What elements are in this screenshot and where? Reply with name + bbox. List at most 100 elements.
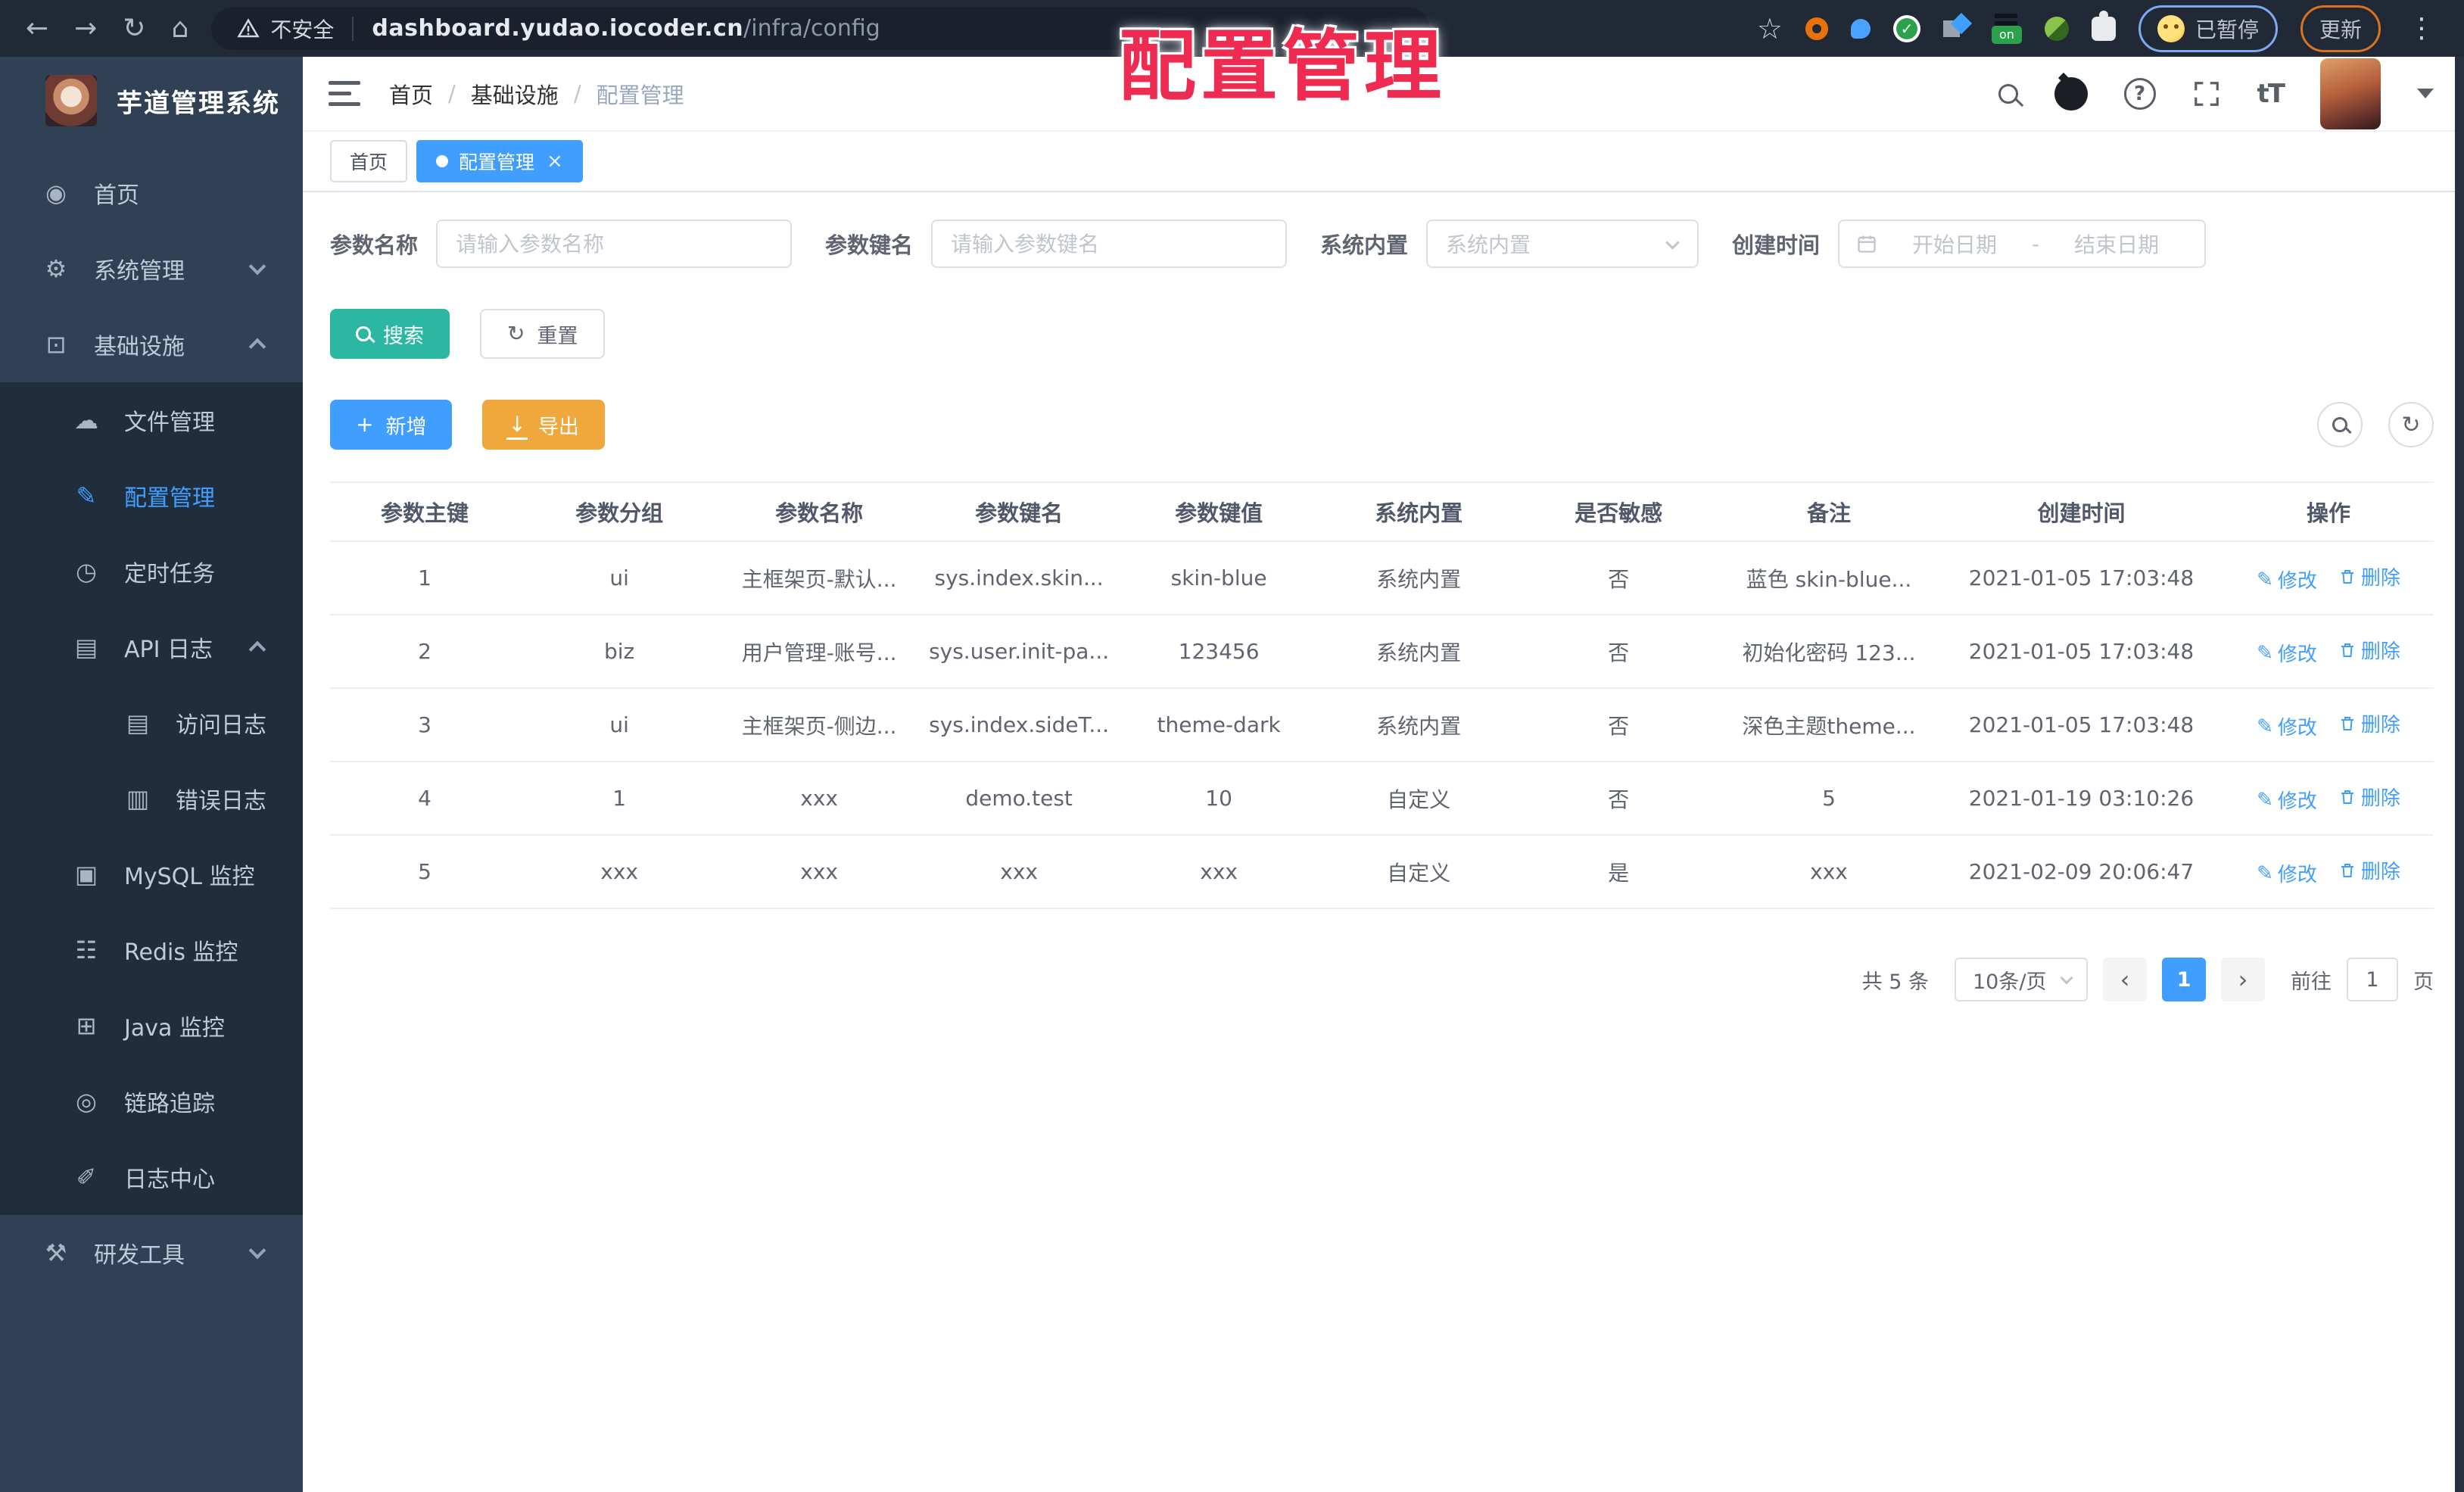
browser-back-icon[interactable]: ←	[26, 14, 48, 42]
edit-link[interactable]: ✎ 修改	[2257, 859, 2317, 887]
not-secure-warning-icon	[237, 17, 260, 37]
access-logs-icon: ▤	[126, 709, 150, 737]
tab-close-icon[interactable]: ×	[547, 150, 563, 173]
edit-link[interactable]: ✎ 修改	[2257, 639, 2317, 667]
sidebar-item-infrastructure[interactable]: ⊡ 基础设施	[0, 307, 303, 382]
table-cell-actions: ✎ 修改 删除	[2223, 541, 2434, 615]
active-tab-dot-icon	[436, 155, 449, 167]
delete-link[interactable]: 删除	[2338, 562, 2400, 590]
page-unit-label: 页	[2413, 970, 2434, 994]
table-cell: 123456	[1119, 615, 1319, 689]
delete-link[interactable]: 删除	[2338, 709, 2400, 737]
param-name-input[interactable]	[436, 220, 793, 268]
sidebar-item-home[interactable]: ◉ 首页	[0, 155, 303, 231]
search-button-row: 搜索 ↻ 重置	[330, 309, 2434, 359]
sidebar-item-log-center[interactable]: ✐ 日志中心	[0, 1139, 303, 1215]
extension-pin-icon[interactable]	[1850, 18, 1871, 39]
export-button[interactable]: ↓ 导出	[482, 400, 605, 450]
calendar-icon	[1858, 235, 1876, 253]
next-page-button[interactable]: ›	[2221, 958, 2265, 1001]
browser-reload-icon[interactable]: ↻	[123, 14, 145, 42]
search-button[interactable]: 搜索	[330, 309, 450, 359]
prev-page-button[interactable]: ‹	[2103, 958, 2147, 1001]
address-bar[interactable]: 不安全 dashboard.yudao.iocoder.cn /infra/co…	[211, 7, 1431, 50]
fullscreen-icon[interactable]	[2192, 79, 2221, 108]
user-avatar[interactable]	[2320, 58, 2381, 129]
delete-link[interactable]: 删除	[2338, 636, 2400, 664]
sidebar-item-file-management[interactable]: ☁ 文件管理	[0, 382, 303, 458]
breadcrumb-separator: /	[573, 80, 581, 107]
extension-on-badge-icon[interactable]: on	[1991, 13, 2022, 44]
sidebar-item-api-logs[interactable]: ▤ API 日志	[0, 609, 303, 685]
sidebar-logo-row[interactable]: 芋道管理系统	[0, 57, 303, 145]
toggle-search-button[interactable]	[2317, 402, 2363, 447]
edit-link[interactable]: ✎ 修改	[2257, 565, 2317, 593]
goto-page-input[interactable]	[2347, 958, 2398, 1001]
user-menu-caret-icon[interactable]	[2417, 89, 2434, 98]
extension-leaf-icon[interactable]	[2044, 16, 2069, 41]
help-icon[interactable]: ?	[2123, 77, 2156, 110]
github-icon[interactable]	[2054, 76, 2088, 111]
date-range-picker[interactable]: 开始日期 - 结束日期	[1838, 220, 2207, 268]
table-cell: sys.user.init-pa...	[919, 615, 1120, 689]
sidebar-collapse-icon[interactable]	[329, 81, 360, 106]
edit-link[interactable]: ✎ 修改	[2257, 712, 2317, 740]
extension-green-check-icon[interactable]: ✓	[1892, 14, 1920, 42]
update-chip[interactable]: 更新	[2300, 5, 2381, 52]
sidebar-item-error-logs[interactable]: ▥ 错误日志	[0, 761, 303, 836]
browser-menu-icon[interactable]: ⋮	[2408, 13, 2435, 44]
bookmark-star-icon[interactable]: ☆	[1757, 12, 1783, 45]
api-logs-icon: ▤	[74, 633, 98, 662]
sidebar-item-config-management[interactable]: ✎ 配置管理	[0, 458, 303, 534]
browser-home-icon[interactable]: ⌂	[172, 14, 189, 42]
tab-home[interactable]: 首页	[330, 140, 408, 182]
trash-icon	[2338, 788, 2357, 806]
tab-config-management[interactable]: 配置管理 ×	[416, 140, 583, 182]
table-cell: 自定义	[1319, 835, 1519, 909]
file-management-icon: ☁	[74, 406, 98, 435]
date-start-placeholder: 开始日期	[1912, 232, 1998, 257]
delete-link[interactable]: 删除	[2338, 783, 2400, 811]
chevron-down-icon	[1665, 235, 1680, 250]
edit-link[interactable]: ✎ 修改	[2257, 786, 2317, 814]
delete-link[interactable]: 删除	[2338, 856, 2400, 884]
system-builtin-placeholder: 系统内置	[1446, 232, 1531, 257]
sidebar: 芋道管理系统 ◉ 首页 ⚙ 系统管理 ⊡ 基础设施 ☁ 文件管理 ✎ 配置管理 ◷ 定时任务 ▤ API …	[0, 57, 303, 1492]
sidebar-item-label: 错误日志	[176, 788, 266, 815]
refresh-icon: ↻	[2401, 411, 2421, 438]
table-cell: 2021-02-09 20:06:47	[1939, 835, 2224, 909]
paused-chip[interactable]: 已暂停	[2138, 5, 2278, 52]
sidebar-item-java-monitor[interactable]: ⊞ Java 监控	[0, 988, 303, 1064]
sidebar-item-scheduled-tasks[interactable]: ◷ 定时任务	[0, 534, 303, 609]
sidebar-item-dev-tools[interactable]: ⚒ 研发工具	[0, 1215, 303, 1291]
trash-icon	[2338, 861, 2357, 880]
extension-diamond-icon[interactable]	[1942, 12, 1973, 42]
sidebar-item-redis-monitor[interactable]: ☷ Redis 监控	[0, 912, 303, 988]
browser-forward-icon[interactable]: →	[74, 14, 97, 42]
table-row: 3 ui 主框架页-侧边... sys.index.sideT... theme-dar…	[330, 688, 2434, 762]
chevron-down-icon	[248, 1241, 266, 1260]
column-header: 操作	[2223, 481, 2434, 542]
sidebar-item-access-logs[interactable]: ▤ 访问日志	[0, 685, 303, 761]
page-size-select[interactable]: 10条/页	[1955, 958, 2088, 1001]
breadcrumb-home[interactable]: 首页	[389, 78, 433, 110]
sidebar-item-mysql-monitor[interactable]: ▣ MySQL 监控	[0, 836, 303, 912]
extension-orange-icon[interactable]	[1805, 17, 1828, 40]
system-builtin-select[interactable]: 系统内置	[1426, 220, 1699, 268]
add-button[interactable]: + 新增	[330, 400, 453, 450]
search-icon[interactable]	[1998, 83, 2018, 104]
sidebar-item-label: 链路追踪	[124, 1091, 215, 1117]
sidebar-item-trace[interactable]: ◎ 链路追踪	[0, 1064, 303, 1139]
page-1-button[interactable]: 1	[2162, 958, 2206, 1001]
breadcrumb-infrastructure[interactable]: 基础设施	[471, 78, 559, 110]
font-size-icon[interactable]: tT	[2257, 79, 2285, 109]
refresh-button[interactable]: ↻	[2388, 402, 2434, 447]
table-cell: 10	[1119, 762, 1319, 836]
extensions-puzzle-icon[interactable]	[2091, 10, 2116, 41]
window-scrollbar[interactable]	[2455, 57, 2464, 1492]
reset-button[interactable]: ↻ 重置	[480, 309, 606, 359]
table-cell: 系统内置	[1319, 541, 1519, 615]
param-key-input[interactable]	[931, 220, 1288, 268]
page-size-value: 10条/页	[1973, 970, 2047, 994]
sidebar-item-system-management[interactable]: ⚙ 系统管理	[0, 231, 303, 307]
